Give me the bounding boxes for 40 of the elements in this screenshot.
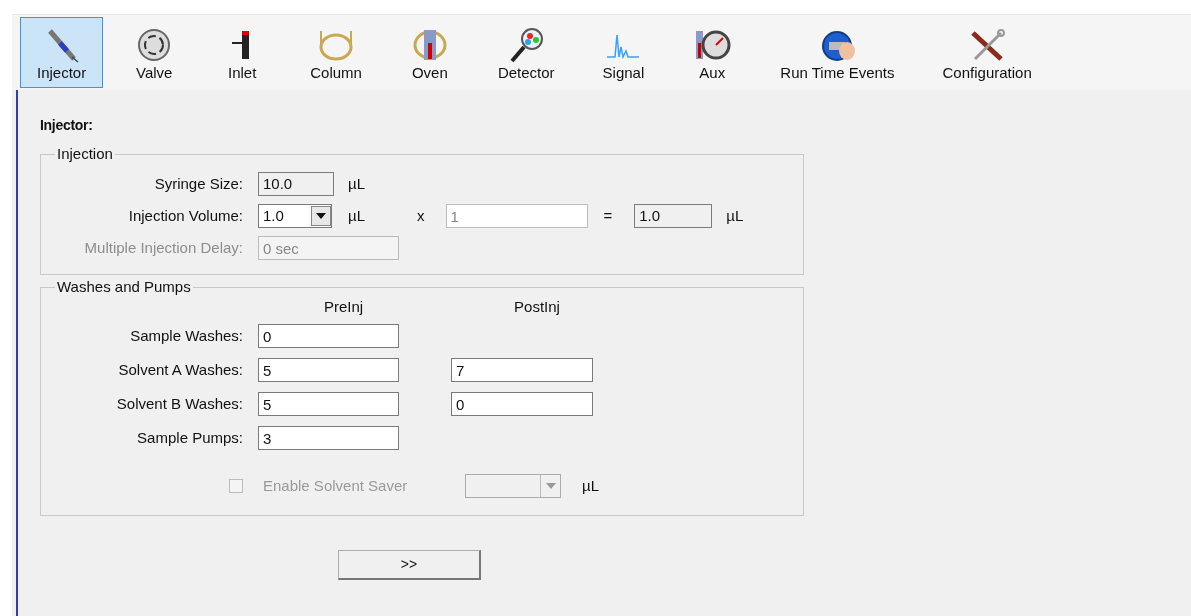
- pre-injection-field[interactable]: 5: [258, 358, 399, 382]
- unit-label: µL: [348, 205, 365, 226]
- unit-label: µL: [348, 173, 365, 194]
- next-button[interactable]: >>: [338, 550, 481, 580]
- field-label: Injection Volume:: [128, 206, 243, 224]
- toolbar-tab[interactable]: Configuration: [925, 17, 1049, 88]
- toolbar-tab[interactable]: Run Time Events: [763, 17, 912, 88]
- pre-injection-field[interactable]: 0: [258, 324, 399, 348]
- toolbar-tab[interactable]: Signal: [585, 17, 662, 88]
- toolbar-tab[interactable]: Aux: [675, 17, 750, 88]
- post-injection-field[interactable]: 0: [451, 392, 593, 416]
- saver-dropdown[interactable]: [465, 474, 561, 498]
- field-label: Multiple Injection Delay:: [84, 238, 243, 256]
- syringe-size-field: 10.0: [258, 172, 334, 196]
- group-label: Injection: [56, 146, 114, 162]
- group-label: Washes and Pumps: [56, 279, 192, 295]
- panel-title: Injector:: [40, 116, 94, 134]
- total-volume-field: 1.0: [634, 204, 713, 228]
- column-header: PreInj: [322, 296, 365, 317]
- field-label: Sample Pumps:: [137, 428, 243, 446]
- toolbar-tab[interactable]: Inlet: [205, 17, 280, 88]
- pre-injection-field[interactable]: 5: [258, 392, 399, 416]
- volume-dropdown[interactable]: 1.0: [258, 204, 332, 228]
- field-label: Sample Washes:: [130, 326, 243, 344]
- checkbox-label: Enable Solvent Saver: [263, 475, 409, 496]
- toolbar-tab[interactable]: Oven: [392, 17, 467, 88]
- toolbar-tab[interactable]: Column: [293, 17, 379, 88]
- field-label: Solvent A Washes:: [118, 360, 243, 378]
- multiply-sign: x: [417, 205, 425, 226]
- toolbar-tab[interactable]: Injector: [20, 17, 104, 88]
- toolbar-tab[interactable]: Detector: [480, 17, 572, 88]
- field-label: Syringe Size:: [154, 174, 243, 192]
- unit-label: µL: [726, 205, 744, 226]
- column-header: PostInj: [513, 296, 561, 317]
- field-label: Solvent B Washes:: [116, 394, 243, 412]
- pre-injection-field[interactable]: 3: [258, 426, 399, 450]
- post-injection-field[interactable]: 7: [451, 358, 593, 382]
- equals-sign: =: [603, 205, 613, 226]
- toolbar-tab[interactable]: Valve: [117, 17, 192, 88]
- unit-label: µL: [582, 475, 599, 496]
